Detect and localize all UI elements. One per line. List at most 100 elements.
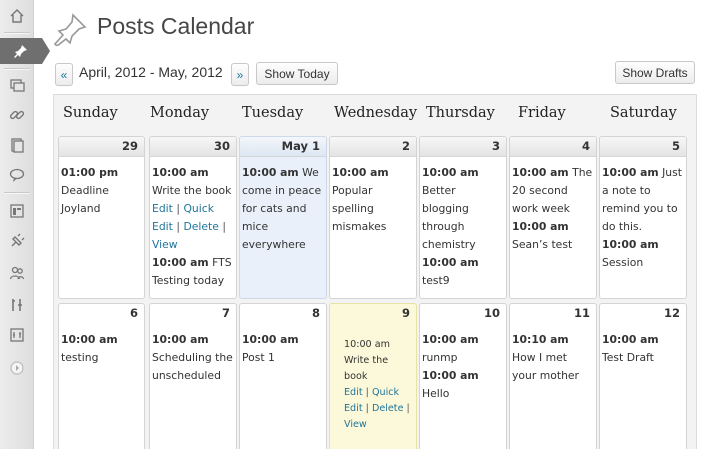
event-title[interactable]: testing [61,349,141,367]
event-time: 10:00 am [602,166,659,179]
event-title[interactable]: Scheduling the unscheduled [152,349,233,385]
event-time: 01:00 pm [61,166,119,179]
day-number: 7 [221,306,230,320]
day-number: 5 [671,139,680,153]
edit-link[interactable]: Edit [152,202,173,215]
delete-link[interactable]: Delete [372,403,404,414]
day-number: 11 [573,306,590,320]
day-number: May 1 [281,139,320,153]
weekday-header: Friday [518,105,566,121]
day-number: 6 [129,306,138,320]
pushpin-icon [54,13,87,46]
event-title[interactable]: Session [602,254,683,272]
previous-month-button[interactable]: « [55,63,73,86]
day-cell-today[interactable]: May 1 10:00 am We come in peace for cats… [239,136,327,299]
day-cell[interactable]: 29 01:00 pm Deadline Joyland [58,136,145,299]
event-title[interactable]: Write the book [152,182,233,200]
sidebar-item-media[interactable] [0,72,34,98]
day-number: 12 [663,306,680,320]
event-time: 10:00 am [152,166,209,179]
event-time: 10:10 am [512,333,569,346]
day-cell[interactable]: 6 10:00 am testing [58,303,145,449]
plugins-icon [11,233,25,247]
day-cell-hover[interactable]: 9 10:00 am Write the book Edit | Quick E… [329,303,417,449]
event-title[interactable]: test9 [422,272,503,290]
pushpin-icon [14,45,27,58]
weekday-header: Saturday [610,105,677,121]
day-cell[interactable]: 11 10:10 am How I met your mother [509,303,597,449]
settings-icon [10,328,24,342]
event-title[interactable]: Better blogging through chemistry [422,182,503,254]
sidebar-item-plugins[interactable] [0,228,34,254]
sidebar-item-posts[interactable] [0,38,50,64]
weekday-header: Sunday [63,105,118,121]
media-icon [10,79,25,92]
event-time: 10:00 am [512,220,569,233]
event-title[interactable]: Popular spelling mismakes [332,182,413,236]
comments-icon [9,168,25,182]
sidebar-item-pages[interactable] [0,132,34,158]
day-cell[interactable]: 12 10:00 am Test Draft [599,303,687,449]
admin-sidebar [0,0,50,449]
links-icon [9,110,25,120]
show-drafts-button[interactable]: Show Drafts [615,61,695,84]
home-icon [10,9,24,23]
event-title[interactable]: runmp [422,349,503,367]
day-cell[interactable]: 2 10:00 am Popular spelling mismakes [329,136,417,299]
day-cell[interactable]: 5 10:00 am Just a note to remind you to … [599,136,687,299]
event-time: 10:00 am [422,369,479,382]
sidebar-item-tools[interactable] [0,292,34,318]
view-link[interactable]: View [344,419,367,430]
event-title[interactable]: Test Draft [602,351,654,364]
posts-calendar: Sunday Monday Tuesday Wednesday Thursday… [53,94,697,449]
event-time: 10:00 am [242,166,299,179]
day-cell[interactable]: 7 10:00 am Scheduling the unscheduled [149,303,237,449]
weekday-header: Wednesday [334,105,418,121]
event-time: 10:00 am [422,166,479,179]
sidebar-item-users[interactable] [0,260,34,286]
delete-link[interactable]: Delete [183,220,218,233]
day-number: 4 [581,139,590,153]
view-link[interactable]: View [152,238,178,251]
event-title[interactable]: Write the book [344,353,412,385]
edit-link[interactable]: Edit [344,387,363,398]
event-title[interactable]: Hello [422,385,503,403]
event-time: 10:00 am [422,256,479,269]
weekday-header: Thursday [426,105,495,121]
pages-icon [11,138,24,153]
day-number: 10 [483,306,500,320]
event-title[interactable]: How I met your mother [512,351,579,382]
sidebar-item-comments[interactable] [0,162,34,188]
sidebar-item-dashboard[interactable] [0,3,34,29]
event-time: 10:00 am [61,333,118,346]
event-title[interactable]: Deadline Joyland [61,182,141,218]
event-title[interactable]: Sean’s test [512,236,593,254]
event-time: 10:00 am [242,333,299,346]
collapse-icon [10,361,24,375]
day-number: 30 [213,139,230,153]
event-title[interactable]: Post 1 [242,351,275,364]
date-range-label: April, 2012 - May, 2012 [79,64,223,80]
event-time: 10:00 am [152,256,209,269]
event-time: 10:00 am [602,333,659,346]
day-cell[interactable]: 4 10:00 am The 20 second work week 10:00… [509,136,597,299]
event-time: 10:00 am [512,166,569,179]
appearance-icon [10,204,24,218]
users-icon [9,266,25,280]
tools-icon [12,299,22,311]
sidebar-item-appearance[interactable] [0,198,34,224]
day-cell[interactable]: 3 10:00 am Better blogging through chemi… [419,136,507,299]
day-number: 9 [401,306,410,320]
day-cell[interactable]: 8 10:00 am Post 1 [239,303,327,449]
sidebar-item-collapse[interactable] [0,355,34,381]
show-today-button[interactable]: Show Today [256,62,338,85]
sidebar-item-settings[interactable] [0,322,34,348]
event-time: 10:00 am [422,333,479,346]
page-title: Posts Calendar [97,13,255,39]
day-number: 29 [121,139,138,153]
next-month-button[interactable]: » [231,63,249,86]
day-cell[interactable]: 10 10:00 am runmp 10:00 am Hello [419,303,507,449]
day-cell[interactable]: 30 10:00 am Write the book Edit | Quick … [149,136,237,299]
sidebar-item-links[interactable] [0,102,34,128]
event-time: 10:00 am [332,166,389,179]
